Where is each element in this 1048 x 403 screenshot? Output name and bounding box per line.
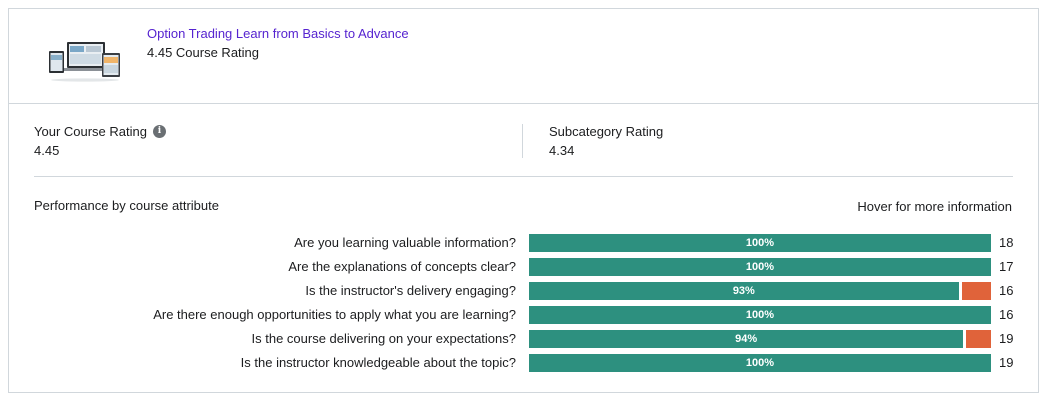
attribute-row: Are you learning valuable information? 1… bbox=[9, 233, 1038, 253]
attribute-question: Are you learning valuable information? bbox=[294, 235, 516, 250]
attribute-bar[interactable]: 93% bbox=[529, 282, 991, 300]
attribute-bar-positive: 94% bbox=[529, 330, 964, 348]
attribute-count: 16 bbox=[999, 307, 1014, 322]
attribute-count: 18 bbox=[999, 235, 1014, 250]
course-rating: 4.45 Course Rating bbox=[147, 45, 260, 60]
attribute-row: Is the instructor knowledgeable about th… bbox=[9, 353, 1038, 373]
subcategory-rating: Subcategory Rating 4.34 bbox=[549, 124, 663, 158]
attribute-bar[interactable]: 100% bbox=[529, 306, 991, 324]
course-performance-card: Option Trading Learn from Basics to Adva… bbox=[8, 8, 1039, 393]
your-course-rating-value: 4.45 bbox=[34, 143, 60, 158]
attribute-bar[interactable]: 100% bbox=[529, 234, 991, 252]
subcategory-rating-label: Subcategory Rating bbox=[549, 124, 664, 139]
your-course-rating-label-row: Your Course Rating i bbox=[34, 124, 166, 139]
attribute-bar-negative bbox=[961, 282, 991, 300]
attribute-question: Is the instructor's delivery engaging? bbox=[305, 283, 516, 298]
attribute-question: Are the explanations of concepts clear? bbox=[288, 259, 516, 274]
attribute-row: Are there enough opportunities to apply … bbox=[9, 305, 1038, 325]
attribute-count: 19 bbox=[999, 355, 1014, 370]
horizontal-divider bbox=[34, 176, 1013, 177]
attribute-row: Are the explanations of concepts clear? … bbox=[9, 257, 1038, 277]
attribute-count: 17 bbox=[999, 259, 1014, 274]
attribute-bar-positive: 93% bbox=[529, 282, 959, 300]
attribute-bar[interactable]: 100% bbox=[529, 258, 991, 276]
your-course-rating: Your Course Rating i 4.45 bbox=[34, 124, 166, 158]
attribute-bar[interactable]: 100% bbox=[529, 354, 991, 372]
subcategory-rating-value: 4.34 bbox=[549, 143, 575, 158]
attribute-question: Are there enough opportunities to apply … bbox=[153, 307, 516, 322]
attribute-bar[interactable]: 94% bbox=[529, 330, 991, 348]
attribute-bar-positive: 100% bbox=[529, 354, 991, 372]
vertical-divider bbox=[522, 124, 523, 158]
attribute-question: Is the course delivering on your expecta… bbox=[251, 331, 517, 346]
course-title-link[interactable]: Option Trading Learn from Basics to Adva… bbox=[147, 26, 409, 41]
attribute-bar-positive: 100% bbox=[529, 234, 991, 252]
attribute-row: Is the course delivering on your expecta… bbox=[9, 329, 1038, 349]
attribute-question: Is the instructor knowledgeable about th… bbox=[240, 355, 516, 370]
course-header: Option Trading Learn from Basics to Adva… bbox=[9, 9, 1038, 104]
performance-title: Performance by course attribute bbox=[34, 198, 219, 213]
your-course-rating-label: Your Course Rating bbox=[34, 124, 147, 139]
attribute-count: 19 bbox=[999, 331, 1014, 346]
attribute-bar-negative bbox=[966, 330, 991, 348]
course-thumbnail-image bbox=[45, 39, 125, 84]
attribute-bar-positive: 100% bbox=[529, 306, 991, 324]
attribute-row: Is the instructor's delivery engaging? 9… bbox=[9, 281, 1038, 301]
hover-hint: Hover for more information bbox=[857, 199, 1012, 214]
attribute-bar-positive: 100% bbox=[529, 258, 991, 276]
info-icon[interactable]: i bbox=[152, 125, 166, 138]
attribute-count: 16 bbox=[999, 283, 1014, 298]
